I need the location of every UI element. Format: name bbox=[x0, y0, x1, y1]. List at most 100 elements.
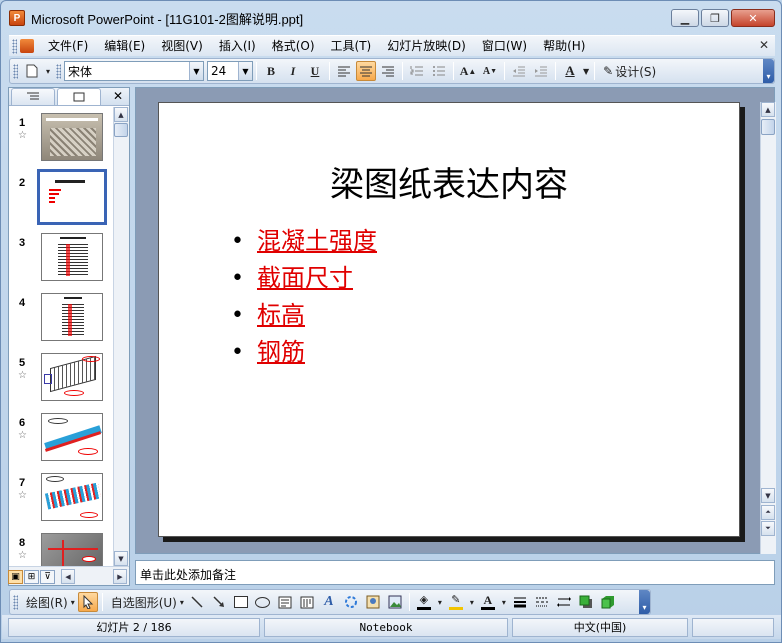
scroll-up-icon[interactable]: ▲ bbox=[114, 107, 128, 122]
design-button[interactable]: ✎ 设计(S) bbox=[599, 61, 660, 81]
textbox-icon[interactable] bbox=[275, 592, 295, 612]
arrow-style-icon[interactable] bbox=[554, 592, 574, 612]
slide-thumbnail-row[interactable]: 3 bbox=[9, 231, 117, 291]
increase-font-size-icon[interactable]: A ▲ bbox=[458, 61, 478, 81]
close-window-button[interactable]: ✕ bbox=[731, 9, 775, 27]
toolbar-options-chevron-icon[interactable]: ▾ bbox=[44, 61, 52, 81]
chevron-down-icon[interactable]: ▼ bbox=[582, 61, 590, 81]
dash-style-icon[interactable] bbox=[532, 592, 552, 612]
vertical-textbox-icon[interactable] bbox=[297, 592, 317, 612]
bullet-list-icon[interactable] bbox=[429, 61, 449, 81]
slides-pane-scrollbar[interactable]: ▲ ▼ bbox=[113, 107, 129, 566]
slide-thumbnail-row[interactable]: 1 ☆ bbox=[9, 111, 117, 171]
menu-format[interactable]: 格式(O) bbox=[264, 37, 323, 56]
draw-menu-button[interactable]: 绘图(R) ▾ bbox=[22, 592, 76, 612]
chevron-down-icon[interactable]: ▾ bbox=[500, 592, 508, 612]
notes-pane[interactable]: 单击此处添加备注 bbox=[135, 560, 775, 585]
slide-thumbnail-selected[interactable] bbox=[37, 169, 107, 225]
slide-thumbnail[interactable] bbox=[41, 353, 103, 401]
line-style-icon[interactable] bbox=[510, 592, 530, 612]
chevron-down-icon[interactable]: ▼ bbox=[238, 62, 252, 80]
bullet-item[interactable]: 混凝土强度 bbox=[231, 223, 377, 260]
scroll-right-icon[interactable]: ▶ bbox=[113, 569, 127, 584]
decrease-font-size-icon[interactable]: A ▼ bbox=[480, 61, 500, 81]
line-icon[interactable] bbox=[187, 592, 207, 612]
slide-thumbnail[interactable] bbox=[41, 473, 103, 521]
select-pointer-icon[interactable] bbox=[77, 592, 98, 612]
bold-button[interactable]: B bbox=[261, 61, 281, 81]
slide-title[interactable]: 梁图纸表达内容 bbox=[159, 157, 739, 206]
chevron-down-icon[interactable]: ▾ bbox=[436, 592, 444, 612]
toolbar-grip[interactable] bbox=[13, 63, 18, 79]
toolbar-grip[interactable] bbox=[13, 594, 18, 610]
slide-vertical-scrollbar[interactable]: ▲ ▼ ⏶ ⏷ bbox=[760, 102, 776, 554]
slide-thumbnail-row[interactable]: 4 bbox=[9, 291, 117, 351]
menu-help[interactable]: 帮助(H) bbox=[535, 37, 593, 56]
scroll-down-icon[interactable]: ▼ bbox=[761, 488, 775, 503]
toolbar-options-icon[interactable]: ▾ bbox=[639, 590, 650, 614]
slide-thumbnail-row[interactable]: 5 ☆ bbox=[9, 351, 117, 411]
align-center-icon[interactable] bbox=[356, 61, 376, 81]
tab-slides[interactable] bbox=[57, 88, 101, 105]
oval-icon[interactable] bbox=[253, 592, 273, 612]
clipart-icon[interactable] bbox=[363, 592, 383, 612]
current-slide[interactable]: 梁图纸表达内容 混凝土强度 截面尺寸 标高 钢筋 bbox=[158, 102, 740, 537]
line-color-icon[interactable]: ✎ bbox=[446, 592, 466, 612]
wordart-icon[interactable]: A bbox=[319, 592, 339, 612]
chevron-down-icon[interactable]: ▾ bbox=[468, 592, 476, 612]
slide-thumbnail[interactable] bbox=[41, 293, 103, 341]
insert-picture-icon[interactable] bbox=[385, 592, 405, 612]
slide-thumbnail-row[interactable]: 6 ☆ bbox=[9, 411, 117, 471]
rectangle-icon[interactable] bbox=[231, 592, 251, 612]
slide-thumbnail-row[interactable]: 7 ☆ bbox=[9, 471, 117, 531]
decrease-indent-icon[interactable] bbox=[509, 61, 529, 81]
font-name-select[interactable]: 宋体 ▼ bbox=[64, 61, 204, 81]
font-color-icon[interactable]: A bbox=[560, 61, 580, 81]
increase-indent-icon[interactable] bbox=[531, 61, 551, 81]
italic-button[interactable]: I bbox=[283, 61, 303, 81]
minimize-button[interactable]: ▁ bbox=[671, 9, 699, 27]
arrow-icon[interactable] bbox=[209, 592, 229, 612]
slide-thumbnail[interactable] bbox=[41, 413, 103, 461]
slideshow-view-icon[interactable]: ⊽ bbox=[40, 570, 55, 584]
scroll-down-icon[interactable]: ▼ bbox=[114, 551, 128, 566]
previous-slide-icon[interactable]: ⏶ bbox=[761, 505, 775, 520]
scrollbar-thumb[interactable] bbox=[761, 119, 775, 135]
font-size-select[interactable]: 24 ▼ bbox=[207, 61, 253, 81]
underline-button[interactable]: U bbox=[305, 61, 325, 81]
close-pane-icon[interactable]: ✕ bbox=[113, 89, 123, 103]
menubar-grip[interactable] bbox=[12, 38, 17, 54]
slide-sorter-view-icon[interactable]: ⊞ bbox=[24, 570, 39, 584]
bullet-item[interactable]: 标高 bbox=[231, 297, 377, 334]
document-close-icon[interactable]: ✕ bbox=[759, 38, 769, 52]
align-left-icon[interactable] bbox=[334, 61, 354, 81]
menu-insert[interactable]: 插入(I) bbox=[211, 37, 264, 56]
scrollbar-thumb[interactable] bbox=[114, 123, 128, 137]
autoshapes-menu-button[interactable]: 自选图形(U) ▾ bbox=[107, 592, 185, 612]
menu-slideshow[interactable]: 幻灯片放映(D) bbox=[379, 37, 474, 56]
chevron-down-icon[interactable]: ▼ bbox=[189, 62, 203, 80]
menu-view[interactable]: 视图(V) bbox=[153, 37, 211, 56]
restore-button[interactable]: ❐ bbox=[701, 9, 729, 27]
align-right-icon[interactable] bbox=[378, 61, 398, 81]
menu-file[interactable]: 文件(F) bbox=[40, 37, 96, 56]
slide-thumbnail-row[interactable]: 2 bbox=[9, 169, 117, 231]
slide-thumbnail[interactable] bbox=[41, 113, 103, 161]
scroll-left-icon[interactable]: ◀ bbox=[61, 569, 75, 584]
next-slide-icon[interactable]: ⏷ bbox=[761, 521, 775, 536]
scroll-up-icon[interactable]: ▲ bbox=[761, 102, 775, 117]
powerpoint-app-icon[interactable]: P bbox=[9, 10, 25, 26]
3d-style-icon[interactable] bbox=[598, 592, 618, 612]
slide-bullet-list[interactable]: 混凝土强度 截面尺寸 标高 钢筋 bbox=[231, 223, 377, 371]
toolbar-options-icon[interactable]: ▾ bbox=[763, 59, 774, 83]
menu-tools[interactable]: 工具(T) bbox=[323, 37, 380, 56]
bullet-item[interactable]: 钢筋 bbox=[231, 334, 377, 371]
shadow-style-icon[interactable] bbox=[576, 592, 596, 612]
fill-color-icon[interactable]: ◈ bbox=[414, 592, 434, 612]
slide-thumbnail[interactable] bbox=[41, 233, 103, 281]
document-icon[interactable] bbox=[20, 39, 34, 53]
toolbar-grip[interactable] bbox=[56, 63, 61, 79]
bullet-item[interactable]: 截面尺寸 bbox=[231, 260, 377, 297]
diagram-icon[interactable] bbox=[341, 592, 361, 612]
tab-outline[interactable] bbox=[11, 88, 55, 105]
